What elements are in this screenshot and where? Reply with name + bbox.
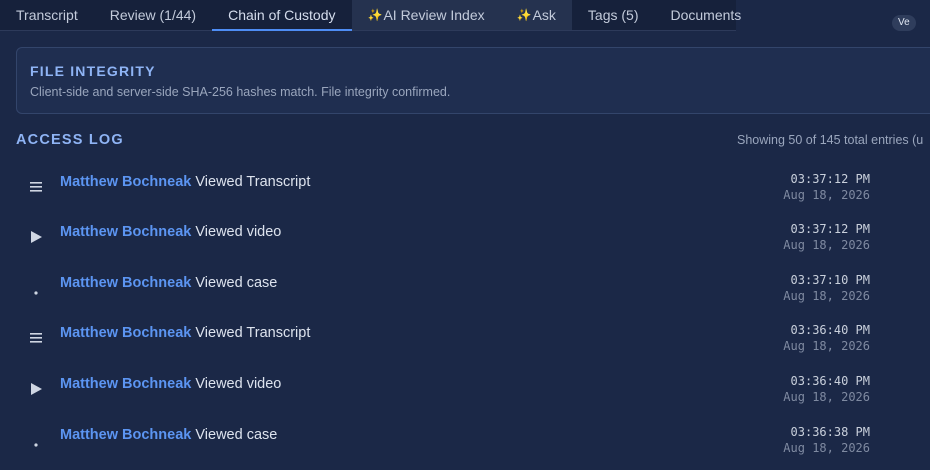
user-link[interactable]: Matthew Bochneak bbox=[60, 376, 191, 392]
entry-date: Aug 18, 2026 bbox=[783, 289, 870, 303]
sparkle-icon: ✨ bbox=[367, 8, 383, 22]
user-link[interactable]: Matthew Bochneak bbox=[60, 427, 191, 443]
log-entry: Matthew Bochneak Viewed video 03:37:12 P… bbox=[0, 222, 930, 275]
entry-time: 03:37:12 PM bbox=[790, 172, 870, 186]
log-entry: Matthew Bochneak Viewed Transcript 03:36… bbox=[0, 323, 930, 376]
entry-time: 03:36:40 PM bbox=[790, 323, 870, 337]
tab-tags[interactable]: Tags (5) bbox=[572, 0, 655, 30]
entry-time: 03:36:40 PM bbox=[790, 374, 870, 388]
log-entry-text: Matthew Bochneak Viewed video bbox=[60, 224, 281, 240]
log-entry: Matthew Bochneak Viewed case 03:37:10 PM… bbox=[0, 273, 930, 326]
file-integrity-card: FILE INTEGRITY Client-side and server-si… bbox=[16, 47, 930, 114]
entry-date: Aug 18, 2026 bbox=[783, 441, 870, 455]
tab-bar: Transcript Review (1/44) Chain of Custod… bbox=[0, 0, 741, 31]
log-entry: Matthew Bochneak Viewed case 03:36:38 PM… bbox=[0, 425, 930, 470]
tab-ask[interactable]: ✨ Ask bbox=[500, 0, 572, 30]
action-text: Viewed case bbox=[195, 427, 278, 443]
log-entry-text: Matthew Bochneak Viewed Transcript bbox=[60, 325, 310, 341]
tab-label: Chain of Custody bbox=[228, 7, 336, 23]
log-entry-text: Matthew Bochneak Viewed case bbox=[60, 427, 277, 443]
tab-chain-of-custody[interactable]: Chain of Custody bbox=[212, 0, 352, 31]
log-entry: Matthew Bochneak Viewed video 03:36:40 P… bbox=[0, 374, 930, 427]
entry-time: 03:36:38 PM bbox=[790, 425, 870, 439]
tab-transcript[interactable]: Transcript bbox=[0, 0, 94, 30]
file-integrity-title: FILE INTEGRITY bbox=[30, 63, 156, 79]
user-link[interactable]: Matthew Bochneak bbox=[60, 224, 191, 240]
user-link[interactable]: Matthew Bochneak bbox=[60, 325, 191, 341]
tab-label: Documents bbox=[670, 7, 742, 23]
verified-badge: Ve bbox=[892, 15, 916, 31]
log-entry-text: Matthew Bochneak Viewed Transcript bbox=[60, 174, 310, 190]
entry-date: Aug 18, 2026 bbox=[783, 238, 870, 252]
tab-ai-review-index[interactable]: ✨ AI Review Index bbox=[351, 0, 501, 30]
entry-date: Aug 18, 2026 bbox=[783, 188, 870, 202]
dot-icon bbox=[28, 430, 44, 447]
entry-time: 03:37:12 PM bbox=[790, 222, 870, 236]
entry-date: Aug 18, 2026 bbox=[783, 339, 870, 353]
access-log-title: ACCESS LOG bbox=[16, 132, 124, 148]
action-text: Viewed Transcript bbox=[195, 325, 311, 341]
tab-documents[interactable]: Documents bbox=[655, 0, 758, 30]
dot-icon bbox=[28, 278, 44, 295]
file-integrity-description: Client-side and server-side SHA-256 hash… bbox=[30, 85, 451, 99]
play-icon bbox=[28, 381, 44, 397]
action-text: Viewed Transcript bbox=[195, 174, 311, 190]
tab-label: Ask bbox=[532, 7, 556, 23]
action-text: Viewed video bbox=[195, 224, 282, 240]
access-log-count: Showing 50 of 145 total entries (u bbox=[737, 133, 924, 147]
tab-label: Review (1/44) bbox=[109, 7, 197, 23]
action-text: Viewed case bbox=[195, 275, 278, 291]
sparkle-icon: ✨ bbox=[516, 8, 532, 22]
tab-review[interactable]: Review (1/44) bbox=[94, 0, 212, 30]
list-icon bbox=[28, 179, 44, 195]
play-icon bbox=[28, 229, 44, 245]
user-link[interactable]: Matthew Bochneak bbox=[60, 275, 191, 291]
entry-date: Aug 18, 2026 bbox=[783, 390, 870, 404]
app-root: Transcript Review (1/44) Chain of Custod… bbox=[0, 0, 930, 470]
log-entry-text: Matthew Bochneak Viewed video bbox=[60, 376, 281, 392]
tab-label: Transcript bbox=[16, 7, 78, 23]
tab-label: AI Review Index bbox=[383, 7, 485, 23]
action-text: Viewed video bbox=[195, 376, 282, 392]
list-icon bbox=[28, 330, 44, 346]
entry-time: 03:37:10 PM bbox=[790, 273, 870, 287]
log-entry: Matthew Bochneak Viewed Transcript 03:37… bbox=[0, 172, 930, 225]
log-entry-text: Matthew Bochneak Viewed case bbox=[60, 275, 277, 291]
tab-label: Tags (5) bbox=[587, 7, 639, 23]
user-link[interactable]: Matthew Bochneak bbox=[60, 174, 191, 190]
